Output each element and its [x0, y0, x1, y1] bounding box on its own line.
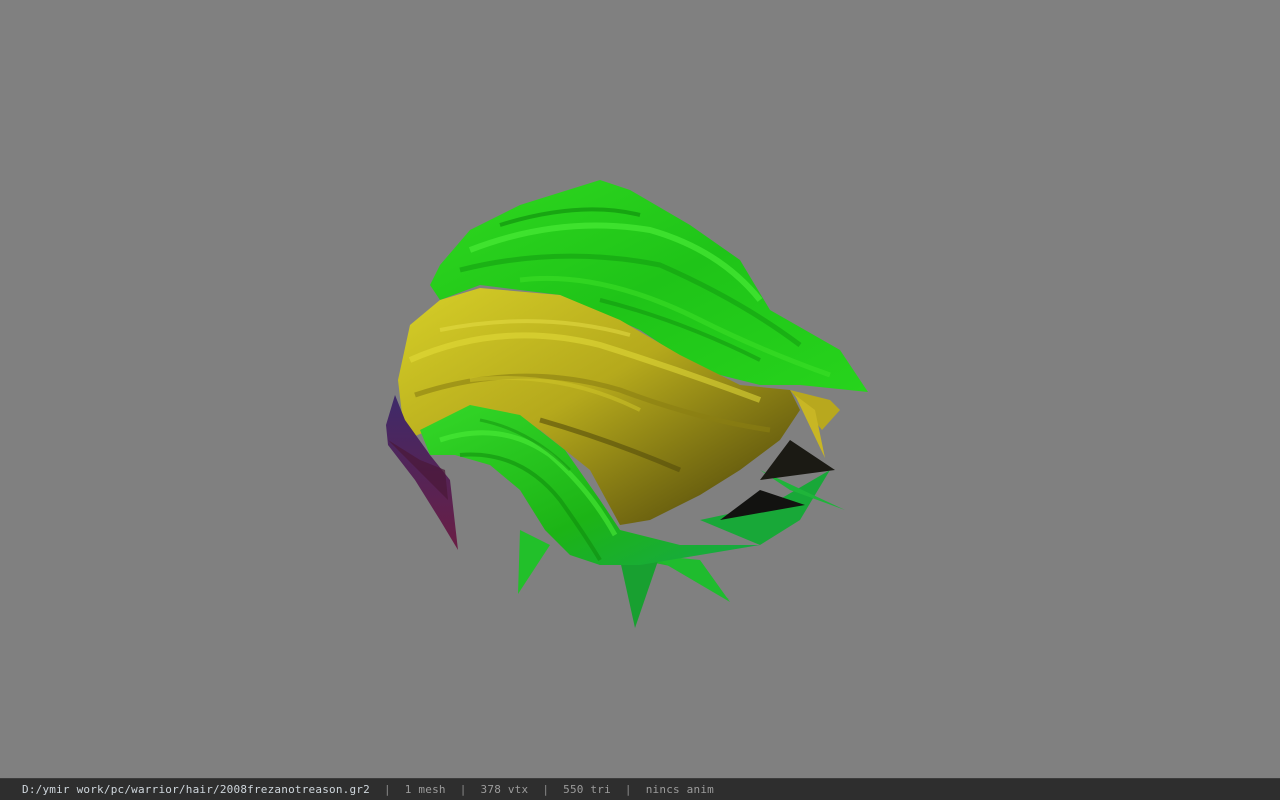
status-separator: | — [383, 783, 391, 796]
status-separator: | — [459, 783, 467, 796]
hair-model-render — [386, 180, 868, 628]
status-separator: | — [624, 783, 632, 796]
model-viewer-window: D:/ymir work/pc/warrior/hair/2008frezano… — [0, 0, 1280, 800]
status-separator: | — [542, 783, 550, 796]
mesh-count-label: 1 mesh — [404, 783, 446, 796]
animation-status-label: nincs anim — [645, 783, 714, 796]
triangle-count-label: 550 tri — [563, 783, 611, 796]
status-bar: D:/ymir work/pc/warrior/hair/2008frezano… — [0, 778, 1280, 800]
file-path-label: D:/ymir work/pc/warrior/hair/2008frezano… — [22, 783, 370, 796]
3d-viewport[interactable] — [0, 0, 1280, 778]
vertex-count-label: 378 vtx — [480, 783, 529, 796]
